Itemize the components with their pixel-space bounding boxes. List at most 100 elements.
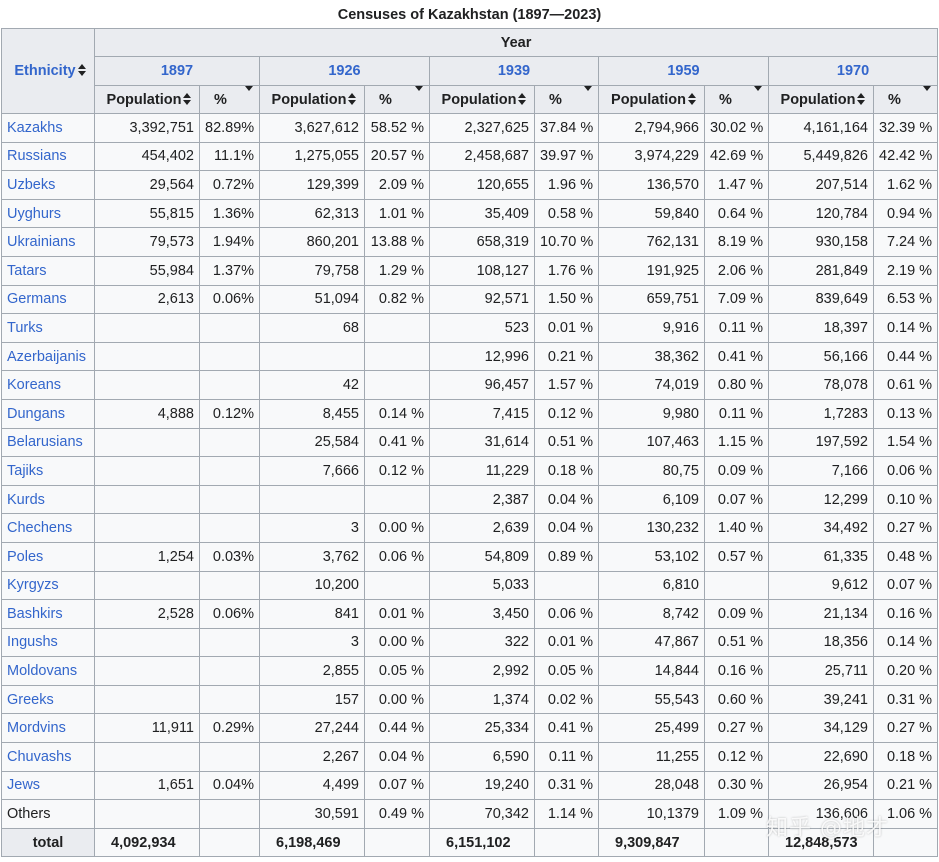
table-row: Belarusians 25,584 0.41 % 31,614 0.51 % 107,4… [1,427,939,458]
population-cell: 191,925 [598,255,705,286]
ethnicity-link[interactable]: Uyghurs [1,198,95,229]
year-header-1939[interactable]: 1939 [429,56,599,86]
percent-cell [199,427,260,458]
percent-cell: 0.16 % [872,599,939,629]
population-cell: 3 [259,513,365,543]
population-cell: 523 [429,313,535,343]
ethnicity-link[interactable]: Mordvins [1,713,95,744]
percent-cell: 1.76 % [534,255,599,286]
population-cell: 5,033 [429,570,535,601]
population-cell: 2,387 [429,484,535,515]
percent-cell: 0.41 % [704,341,769,372]
population-cell: 10,1379 [598,799,705,829]
population-header-1939[interactable]: Population [429,85,535,114]
population-cell: 2,613 [94,284,200,315]
ethnicity-link[interactable]: Koreans [1,370,95,400]
population-cell: 322 [429,627,535,658]
ethnicity-link[interactable]: Ingushs [1,627,95,658]
percent-header-1939[interactable]: % [534,85,599,114]
percent-cell: 0.01 % [534,627,599,658]
ethnicity-link[interactable]: Turks [1,313,95,343]
percent-cell: 0.12 % [534,398,599,429]
percent-header-1926[interactable]: % [364,85,430,114]
total-population-cell: 9,309,847 [598,827,705,858]
population-cell: 14,844 [598,656,705,686]
percent-cell: 1.14 % [534,799,599,829]
population-cell: 930,158 [768,227,874,257]
year-header-1959[interactable]: 1959 [598,56,769,86]
population-header-1970[interactable]: Population [768,85,874,114]
year-header-1926[interactable]: 1926 [259,56,430,86]
percent-cell: 0.07 % [704,484,769,515]
percent-cell: 0.14 % [364,398,430,429]
ethnicity-link[interactable]: Jews [1,770,95,801]
ethnicity-link[interactable]: Chuvashs [1,742,95,772]
population-cell [94,742,200,772]
percent-cell: 1.40 % [704,513,769,543]
percent-cell: 0.11 % [704,398,769,429]
percent-cell [199,656,260,686]
ethnicity-link[interactable]: Tatars [1,255,95,286]
percent-cell: 1.47 % [704,170,769,200]
table-row: Tatars 55,984 1.37% 79,758 1.29 % 108,127 1.76… [1,255,939,286]
percent-cell [704,570,769,601]
population-cell: 6,810 [598,570,705,601]
population-cell: 30,591 [259,799,365,829]
ethnicity-link[interactable]: Chechens [1,513,95,543]
population-cell: 25,334 [429,713,535,744]
ethnicity-link[interactable]: Kazakhs [1,113,95,143]
population-cell [94,570,200,601]
ethnicity-link[interactable]: Uzbeks [1,170,95,200]
population-cell: 2,992 [429,656,535,686]
ethnicity-link[interactable]: Kyrgyzs [1,570,95,601]
ethnicity-link[interactable]: Azerbaijanis [1,341,95,372]
population-cell: 12,299 [768,484,874,515]
ethnicity-link[interactable]: Russians [1,141,95,172]
total-percent-cell [199,827,260,858]
table-row: Kyrgyzs 10,200 5,033 6,810 9,612 0.07 % [1,570,939,601]
ethnicity-link[interactable]: Belarusians [1,427,95,458]
ethnicity-link[interactable]: Greeks [1,684,95,715]
population-cell: 3 [259,627,365,658]
population-cell: 130,232 [598,513,705,543]
year-header-1970[interactable]: 1970 [767,56,939,86]
percent-header-1959[interactable]: % [704,85,769,114]
percent-cell: 0.82 % [364,284,430,315]
percent-cell: 0.06 % [364,541,430,572]
ethnicity-header[interactable]: Ethnicity [1,28,95,114]
percent-cell: 0.07 % [364,770,430,801]
ethnicity-link[interactable]: Tajiks [1,456,95,486]
percent-cell [199,456,260,486]
population-cell: 120,655 [429,170,535,200]
ethnicity-link[interactable]: Moldovans [1,656,95,686]
population-cell: 96,457 [429,370,535,400]
percent-cell: 0.12 % [704,742,769,772]
percent-cell: 0.12 % [364,456,430,486]
percent-cell: 0.51 % [704,627,769,658]
ethnicity-link[interactable]: Germans [1,284,95,315]
population-cell: 7,666 [259,456,365,486]
population-header-1926[interactable]: Population [259,85,365,114]
percent-cell [199,684,260,715]
table-row: Chechens 3 0.00 % 2,639 0.04 % 130,232 1.40 % 3… [1,513,939,543]
ethnicity-link[interactable]: Bashkirs [1,599,95,629]
percent-header-1970[interactable]: % [872,85,939,114]
ethnicity-link[interactable]: Ukrainians [1,227,95,257]
population-header-1959[interactable]: Population [598,85,705,114]
total-percent-cell [534,827,599,858]
year-header-1897[interactable]: 1897 [94,56,260,86]
percent-cell: 30.02 % [704,113,769,143]
population-cell: 53,102 [598,541,705,572]
ethnicity-link[interactable]: Poles [1,541,95,572]
population-cell [259,484,365,515]
ethnicity-link[interactable]: Dungans [1,398,95,429]
population-cell: 22,690 [768,742,874,772]
population-cell: 11,255 [598,742,705,772]
ethnicity-link[interactable]: Kurds [1,484,95,515]
population-header-1897[interactable]: Population [94,85,200,114]
percent-header-1897[interactable]: % [199,85,260,114]
percent-cell: 0.30 % [704,770,769,801]
percent-cell: 0.05 % [534,656,599,686]
percent-cell: 0.48 % [872,541,939,572]
population-cell: 1,7283 [768,398,874,429]
